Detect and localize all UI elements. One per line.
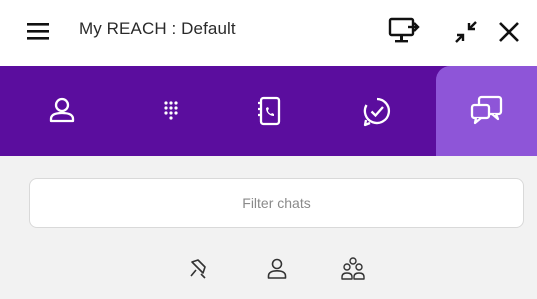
nav-phonebook[interactable]: [224, 66, 314, 156]
filter-chats-box: [29, 178, 524, 228]
hamburger-icon[interactable]: [24, 18, 52, 44]
title-bar: My REACH : Default: [0, 0, 537, 66]
minimize-icon[interactable]: [452, 18, 480, 46]
group-filter-icon[interactable]: [338, 254, 368, 284]
nav-dialpad[interactable]: [126, 66, 216, 156]
window-title: My REACH : Default: [79, 19, 236, 38]
nav-chats[interactable]: [436, 66, 537, 156]
status-icon: [363, 97, 390, 127]
contact-icon: [49, 97, 75, 123]
main-nav-bar: [0, 66, 537, 156]
screen-share-icon[interactable]: [386, 12, 422, 46]
nav-status[interactable]: [327, 66, 427, 156]
chat-icon: [470, 95, 502, 125]
dialpad-icon: [164, 101, 178, 120]
nav-contacts[interactable]: [17, 66, 107, 156]
close-icon[interactable]: [496, 19, 522, 45]
single-user-filter-icon[interactable]: [262, 254, 292, 284]
chat-filter-row: [0, 254, 537, 284]
filter-chats-input[interactable]: [30, 179, 523, 227]
pin-filter-icon[interactable]: [183, 254, 213, 284]
phonebook-icon: [258, 96, 281, 126]
